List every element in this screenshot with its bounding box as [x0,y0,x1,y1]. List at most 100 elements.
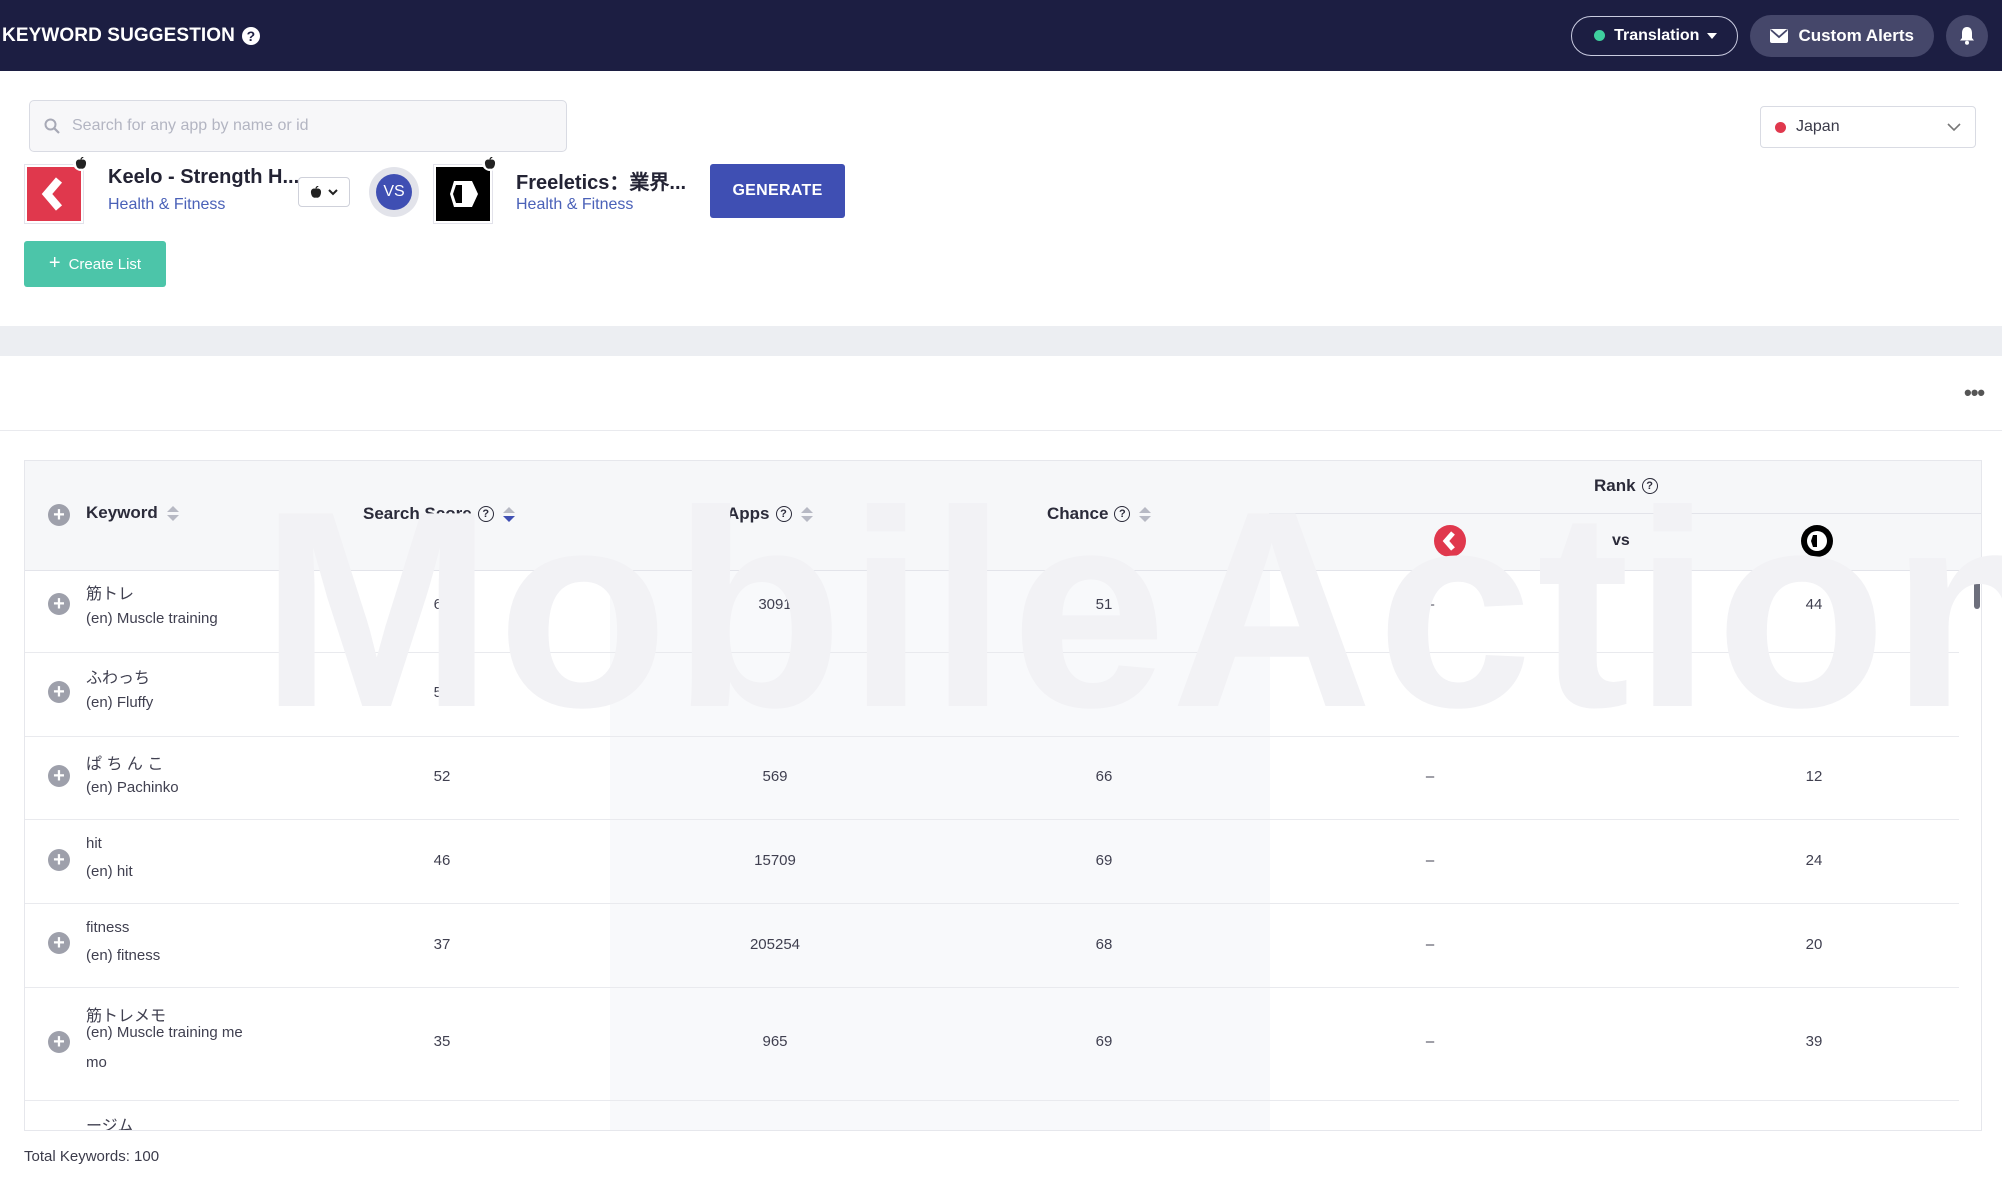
table-row: + 筋トレ (en) Muscle training 63 3091 51 – … [25,570,1959,653]
add-keyword-icon[interactable]: + [48,1031,70,1053]
app1-name: Keelo - Strength H... [108,166,300,188]
keelo-app-icon[interactable] [24,155,89,224]
add-keyword-icon[interactable]: + [48,681,70,703]
search-score-header-label: Search Score [363,504,472,523]
apple-icon [73,155,89,171]
apps-cell: 15709 [754,852,796,869]
status-dot-icon [1594,30,1606,41]
apple-icon [310,185,322,198]
keelo-rank-icon[interactable] [1433,524,1467,558]
rank-app1-cell: – [1425,1033,1435,1050]
add-keyword-icon[interactable]: + [48,593,70,615]
keyword-text: ージム [86,1118,134,1131]
keyword-column-header[interactable]: Keyword [86,503,179,523]
caret-down-icon [1707,32,1718,39]
apple-icon [482,155,498,171]
translation-toggle-button[interactable]: Translation [1571,15,1739,56]
platform-select[interactable] [298,177,350,207]
sort-icon[interactable] [166,505,179,521]
apps-cell: 175 [762,684,788,701]
help-icon[interactable]: ? [1114,506,1131,522]
help-icon[interactable]: ? [775,506,792,522]
keyword-text: hit [86,835,102,852]
sort-icon[interactable] [502,506,515,522]
custom-alerts-button[interactable]: Custom Alerts [1750,14,1934,57]
table-row: + 筋トレメモ (en) Muscle training me mo 35 96… [25,987,1959,1101]
rank-column-header: Rank ? [1594,476,1658,496]
chance-cell: 69 [1095,852,1113,869]
rank-app2-cell: 44 [1805,596,1823,613]
add-keyword-icon[interactable]: + [48,765,70,787]
apps-cell: 965 [762,1033,788,1050]
more-icon[interactable]: ••• [1964,380,1985,406]
table-row: + ージム [25,1100,1959,1131]
help-icon[interactable]: ? [477,506,494,522]
keyword-text: fitness [86,919,130,936]
table-scrollbar[interactable] [1974,573,1980,609]
vs-header-label: vs [1612,532,1630,549]
apps-cell: 205254 [749,936,801,953]
table-row: + fitness (en) fitness 37 205254 68 – 20 [25,903,1959,988]
keyword-table: + Keyword Search Score ? Apps ? Chance ?… [24,460,1982,1131]
rank-app1-cell: – [1425,684,1435,701]
table-row: + ふわっち (en) Fluffy 59 175 42 – 36 [25,652,1959,737]
sort-icon[interactable] [800,506,813,522]
keyword-translation: (en) Pachinko [86,779,179,796]
add-all-icon[interactable]: + [48,504,70,526]
chevron-down-icon [328,188,338,195]
rank-app2-cell: 36 [1805,684,1823,701]
apps-cell: 569 [762,768,788,785]
app-search-input[interactable] [70,116,554,136]
section-divider [0,326,2002,356]
search-score-column-header[interactable]: Search Score ? [363,504,515,524]
freeletics-app-icon[interactable] [433,155,498,224]
chance-column-header[interactable]: Chance ? [1047,504,1152,524]
add-keyword-icon[interactable]: + [48,1130,70,1131]
app2-category: Health & Fitness [516,196,634,213]
divider-line [0,430,2002,431]
app1-category: Health & Fitness [108,196,226,213]
apps-header-label: Apps [727,504,770,523]
freeletics-logo-icon [436,167,490,221]
envelope-icon [1770,28,1789,43]
apps-column-header[interactable]: Apps ? [727,504,813,524]
app-search-box[interactable] [29,100,567,152]
keyword-translation: (en) Muscle training [86,610,218,627]
search-score-cell: 52 [433,768,451,785]
help-icon[interactable]: ? [1641,478,1658,494]
plus-icon: + [48,251,61,274]
custom-alerts-label: Custom Alerts [1798,25,1914,45]
chance-cell: 66 [1095,768,1113,785]
generate-button[interactable]: GENERATE [710,164,845,218]
rank-app2-cell: 20 [1805,936,1823,953]
rank-app2-cell: 24 [1805,852,1823,869]
add-keyword-icon[interactable]: + [48,849,70,871]
top-bar: KEYWORD SUGGESTION ? Translation Custom … [0,0,2002,71]
freeletics-rank-icon[interactable] [1800,524,1834,558]
bell-icon [1960,26,1974,45]
japan-flag-icon [1775,121,1786,133]
app2-name: Freeletics：業界... [516,172,687,194]
search-score-cell: 35 [433,1033,451,1050]
sort-icon[interactable] [1139,506,1152,522]
country-select[interactable]: Japan [1760,106,1976,148]
rank-sub-divider [1269,513,1981,514]
rank-app1-cell: – [1425,936,1435,953]
table-row: + hit (en) hit 46 15709 69 – 24 [25,819,1959,904]
rank-header-label: Rank [1594,476,1636,495]
page-title: KEYWORD SUGGESTION ? [0,25,260,47]
help-icon[interactable]: ? [241,26,260,45]
keyword-text: 筋トレ [86,586,135,603]
rank-app1-cell: – [1425,852,1435,869]
create-list-button[interactable]: + Create List [24,241,166,287]
search-icon [44,118,60,134]
keyword-translation: (en) Fluffy [86,694,154,711]
search-score-cell: 46 [433,852,451,869]
apps-cell: 3091 [758,596,792,613]
rank-app2-cell: 39 [1805,1033,1823,1050]
add-keyword-icon[interactable]: + [48,932,70,954]
rank-app1-cell: – [1425,596,1435,613]
notifications-button[interactable] [1946,14,1988,57]
keyword-translation: (en) hit [86,863,133,880]
keyword-text: ぱ ち ん こ [86,756,164,773]
